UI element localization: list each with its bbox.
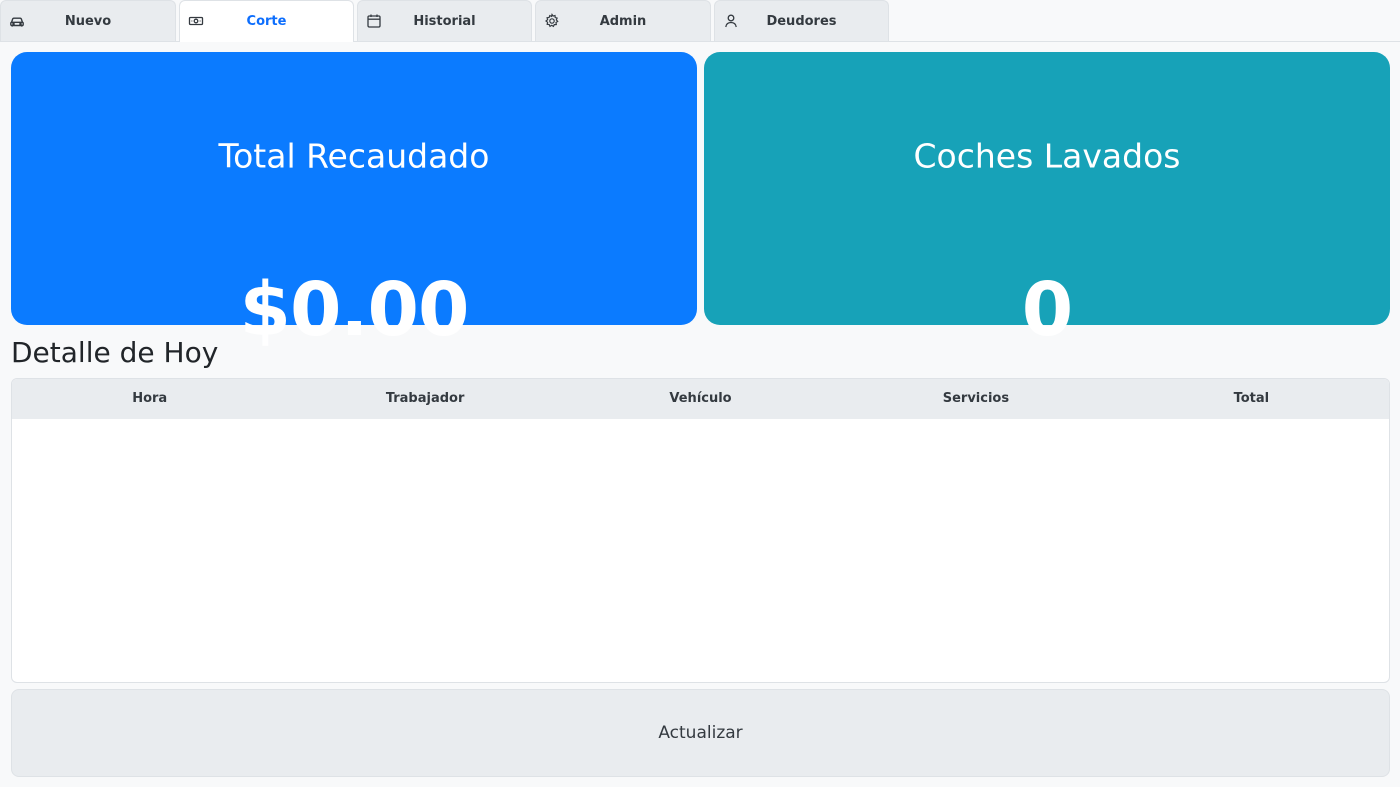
refresh-button[interactable]: Actualizar [11, 689, 1390, 777]
detail-table: Hora Trabajador Vehículo Servicios Total [11, 378, 1390, 683]
cars-washed-card: Coches Lavados 0 [704, 52, 1390, 353]
total-collected-card: Total Recaudado $0.00 [11, 52, 697, 353]
table-body [12, 419, 1389, 682]
section-title: Detalle de Hoy [11, 336, 219, 369]
tab-label: Historial [413, 14, 476, 29]
table-header: Hora Trabajador Vehículo Servicios Total [12, 379, 1389, 419]
tab-label: Admin [599, 14, 647, 29]
tab-label: Nuevo [64, 14, 112, 29]
column-header-servicios: Servicios [942, 391, 1010, 406]
tab-deudores[interactable]: Deudores [714, 0, 889, 41]
tab-bar: Nuevo Corte Historial Admin Deudores [0, 0, 1400, 42]
tab-label: Corte [246, 14, 287, 29]
column-header-vehiculo: Vehículo [669, 391, 732, 406]
column-header-trabajador: Trabajador [385, 391, 465, 406]
cars-washed-title: Coches Lavados [913, 136, 1181, 176]
total-collected-title: Total Recaudado [218, 136, 490, 176]
cars-washed-value: 0 [1021, 267, 1074, 353]
tab-admin[interactable]: Admin [535, 0, 711, 41]
tab-label: Deudores [766, 14, 837, 29]
tab-corte[interactable]: Corte [179, 0, 354, 42]
column-header-hora: Hora [132, 391, 168, 406]
tab-nuevo[interactable]: Nuevo [0, 0, 176, 41]
column-header-total: Total [1233, 391, 1270, 406]
tab-historial[interactable]: Historial [357, 0, 532, 41]
